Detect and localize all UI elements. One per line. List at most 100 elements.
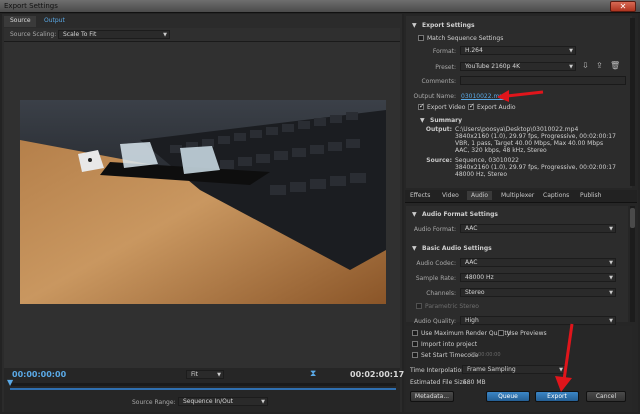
import-into-project-label: Import into project (421, 341, 478, 348)
audio-format-value: AAC (465, 225, 478, 232)
output-name-label: Output Name: (413, 93, 456, 100)
save-preset-icon[interactable]: ⇩ (582, 61, 589, 70)
source-scaling-dropdown[interactable]: Scale To Fit ▼ (58, 30, 170, 39)
chevron-down-icon: ▼ (217, 372, 221, 378)
video-frame-preview (20, 100, 386, 304)
timecode-end: 00:02:00:17 (350, 370, 405, 379)
match-sequence-checkbox[interactable] (418, 35, 424, 41)
export-audio-checkbox[interactable] (468, 102, 475, 110)
title-bar: Export Settings ✕ (0, 0, 640, 13)
format-dropdown[interactable]: H.264 ▼ (460, 46, 576, 55)
playhead-icon[interactable]: ▼ (7, 378, 13, 387)
tab-captions[interactable]: Captions (543, 192, 569, 199)
tab-audio[interactable]: Audio (467, 191, 493, 200)
basic-audio-header: Basic Audio Settings (422, 245, 492, 252)
cancel-button[interactable]: Cancel (586, 391, 626, 402)
chevron-down-icon: ▼ (609, 226, 613, 232)
summary-source-line: 3840x2160 (1.0), 29.97 fps, Progressive,… (455, 164, 616, 171)
preset-value: YouTube 2160p 4K (465, 63, 521, 70)
window-title: Export Settings (4, 2, 58, 10)
max-render-quality-checkbox[interactable] (412, 330, 418, 336)
audio-scrollbar[interactable] (630, 206, 635, 322)
zoom-fit-value: Fit (191, 371, 199, 378)
audio-format-triangle-icon[interactable]: ▼ (412, 211, 417, 218)
source-range-dropdown[interactable]: Sequence In/Out ▼ (178, 397, 268, 406)
basic-audio-triangle-icon[interactable]: ▼ (412, 245, 417, 252)
audio-format-label: Audio Format: (413, 226, 456, 233)
export-video-checkbox[interactable] (418, 102, 425, 110)
max-render-quality-label: Use Maximum Render Quality (421, 330, 511, 337)
range-bar[interactable] (10, 388, 396, 390)
tab-output[interactable]: Output (38, 16, 70, 27)
chevron-down-icon: ▼ (261, 399, 265, 405)
channels-label: Channels: (426, 290, 456, 297)
parametric-stereo-label: Parametric Stereo (425, 303, 479, 310)
source-range-label: Source Range: (132, 399, 176, 406)
time-interpolation-dropdown[interactable]: Frame Sampling ▼ (462, 365, 566, 374)
summary-output-line: 3840x2160 (1.0), 29.97 fps, Progressive,… (455, 133, 616, 140)
audio-codec-label: Audio Codec: (416, 260, 456, 267)
tab-effects[interactable]: Effects (410, 192, 430, 199)
collapse-triangle-icon[interactable]: ▼ (412, 22, 417, 29)
import-preset-icon[interactable]: ⇪ (596, 61, 603, 70)
close-button[interactable]: ✕ (610, 1, 636, 12)
start-timecode-value: 00:00:00:00 (470, 352, 501, 358)
preset-dropdown[interactable]: YouTube 2160p 4K ▼ (460, 62, 576, 71)
timeline-track[interactable] (10, 383, 396, 386)
summary-output-line: C:\Users\poosya\Desktop\03010022.mp4 (455, 126, 579, 133)
summary-output-line: VBR, 1 pass, Target 40.00 Mbps, Max 40.0… (455, 140, 604, 147)
chevron-down-icon: ▼ (609, 275, 613, 281)
arrow-annotation-icon (555, 323, 574, 392)
scrollbar-thumb[interactable] (630, 208, 635, 228)
summary-triangle-icon[interactable]: ▼ (420, 117, 425, 124)
export-video-label: Export Video (427, 104, 466, 111)
audio-quality-label: Audio Quality: (414, 318, 456, 325)
zoom-fit-dropdown[interactable]: Fit ▼ (186, 370, 224, 379)
source-scaling-label: Source Scaling: (10, 31, 57, 38)
export-settings-window: Export Settings ✕ Source Output Source S… (0, 0, 640, 414)
summary-source-label: Source: (426, 157, 452, 164)
summary-header: Summary (430, 117, 463, 124)
arrow-annotation-icon (497, 90, 544, 102)
format-label: Format: (432, 48, 456, 55)
summary-output-label: Output: (425, 126, 452, 133)
comments-label: Comments: (421, 78, 456, 85)
audio-quality-dropdown[interactable]: High ▼ (460, 316, 616, 325)
close-icon[interactable]: ✕ (620, 2, 627, 11)
delete-preset-icon[interactable]: 🗑 (610, 61, 620, 70)
comments-field[interactable] (460, 76, 626, 85)
estimated-file-size-label: Estimated File Size: (410, 379, 469, 386)
settings-scrollbar[interactable] (630, 18, 635, 186)
time-interpolation-label: Time Interpolation: (410, 367, 468, 374)
estimated-file-size-value: 580 MB (463, 379, 486, 386)
timeline-bar: 00:00:00:00 Fit ▼ ⧗ 00:02:00:17 ▼ Source… (4, 368, 404, 412)
source-scaling-bar: Source Scaling: Scale To Fit ▼ (4, 28, 400, 42)
metadata-button[interactable]: Metadata... (410, 391, 454, 402)
set-start-timecode-checkbox[interactable] (412, 352, 418, 358)
tab-source[interactable]: Source (4, 16, 36, 27)
timecode-start: 00:00:00:00 (12, 370, 67, 379)
export-settings-header: Export Settings (422, 22, 475, 29)
tab-publish[interactable]: Publish (580, 192, 601, 199)
queue-button[interactable]: Queue (486, 391, 530, 402)
audio-codec-dropdown[interactable]: AAC ▼ (460, 258, 616, 267)
work-area-icon[interactable]: ⧗ (310, 369, 316, 379)
import-into-project-checkbox[interactable] (412, 341, 418, 347)
channels-dropdown[interactable]: Stereo ▼ (460, 288, 616, 297)
chevron-down-icon: ▼ (609, 290, 613, 296)
parametric-stereo-checkbox[interactable] (416, 303, 422, 309)
source-scaling-value: Scale To Fit (63, 31, 97, 38)
chevron-down-icon: ▼ (569, 48, 573, 54)
tab-multiplexer[interactable]: Multiplexer (501, 192, 534, 199)
preset-label: Preset: (435, 64, 456, 71)
format-value: H.264 (465, 47, 483, 54)
audio-format-header: Audio Format Settings (422, 211, 498, 218)
tab-video[interactable]: Video (442, 192, 459, 199)
channels-value: Stereo (465, 289, 485, 296)
use-previews-checkbox[interactable] (498, 330, 504, 336)
audio-format-dropdown[interactable]: AAC ▼ (460, 224, 616, 233)
source-range-value: Sequence In/Out (183, 398, 233, 405)
sample-rate-dropdown[interactable]: 48000 Hz ▼ (460, 273, 616, 282)
use-previews-label: Use Previews (507, 330, 547, 337)
sample-rate-value: 48000 Hz (465, 274, 494, 281)
